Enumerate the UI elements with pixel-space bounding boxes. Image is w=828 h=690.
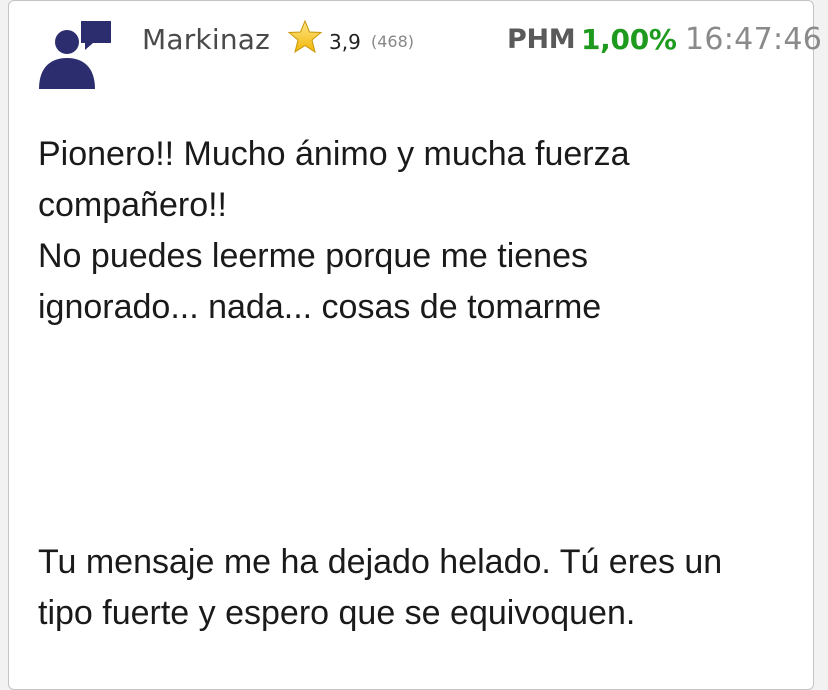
ticker-symbol[interactable]: PHM [507,24,576,55]
username-link[interactable]: Markinaz [142,23,270,56]
content-gap [38,333,808,537]
reply-paragraph: Tu mensaje me ha dejado helado. Tú eres … [38,543,723,632]
user-rating: 3,9 [329,30,361,54]
post-timestamp: 16:47:46 [685,22,823,57]
rating-count: (468) [371,32,415,51]
star-icon [287,19,323,54]
quoted-paragraph: Pionero!! Mucho ánimo y mucha fuerza com… [38,135,630,326]
price-change: 1,00% [581,23,677,56]
user-avatar-icon[interactable] [37,19,113,91]
post-body: Pionero!! Mucho ánimo y mucha fuerza com… [38,129,808,639]
post-card: Markinaz 3,9 (468) PHM 1,00% 16:47:46 Pi… [8,0,822,690]
